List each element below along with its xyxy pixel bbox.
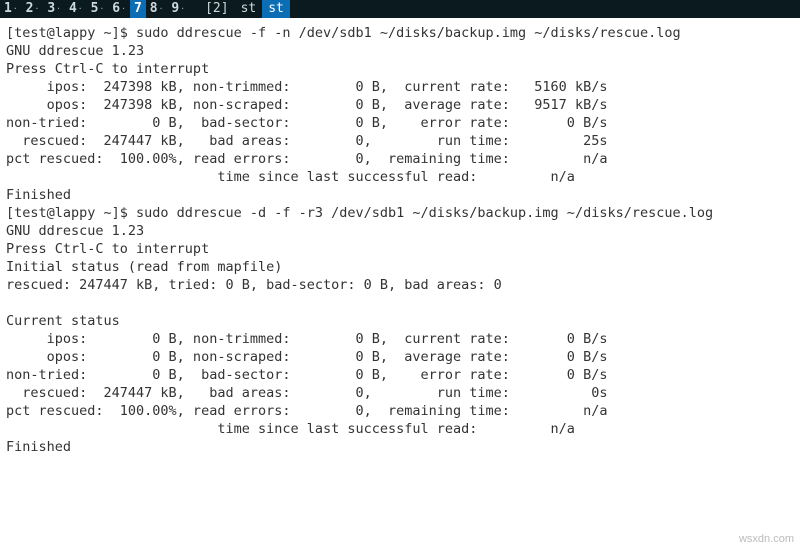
status-row: time since last successful read: n/a [6, 169, 575, 185]
initial-status-line: rescued: 247447 kB, tried: 0 B, bad-sect… [6, 277, 502, 293]
workspace-6[interactable]: 6· [108, 0, 130, 18]
finished-label: Finished [6, 439, 71, 455]
workspace-9[interactable]: 9· [167, 0, 189, 18]
tab-st-2[interactable]: st [262, 0, 290, 18]
status-row: ipos: 0 B, non-trimmed: 0 B, current rat… [6, 331, 607, 347]
version-line: GNU ddrescue 1.23 [6, 43, 144, 59]
workspace-7[interactable]: 7 [130, 0, 146, 18]
status-row: pct rescued: 100.00%, read errors: 0, re… [6, 403, 607, 419]
status-row: non-tried: 0 B, bad-sector: 0 B, error r… [6, 367, 607, 383]
status-row: rescued: 247447 kB, bad areas: 0, run ti… [6, 133, 607, 149]
workspace-2[interactable]: 2· [22, 0, 44, 18]
terminal-output[interactable]: [test@lappy ~]$ sudo ddrescue -f -n /dev… [0, 18, 800, 462]
workspace-8[interactable]: 8· [146, 0, 168, 18]
status-row: ipos: 247398 kB, non-trimmed: 0 B, curre… [6, 79, 607, 95]
workspace-4[interactable]: 4· [65, 0, 87, 18]
finished-label: Finished [6, 187, 71, 203]
version-line: GNU ddrescue 1.23 [6, 223, 144, 239]
current-status-header: Current status [6, 313, 120, 329]
interrupt-hint: Press Ctrl-C to interrupt [6, 61, 209, 77]
tab-st-1[interactable]: st [235, 0, 263, 18]
prompt-line-1: [test@lappy ~]$ sudo ddrescue -f -n /dev… [6, 25, 681, 41]
watermark: wsxdn.com [739, 530, 794, 548]
status-row: time since last successful read: n/a [6, 421, 575, 437]
status-row: pct rescued: 100.00%, read errors: 0, re… [6, 151, 607, 167]
status-row: opos: 0 B, non-scraped: 0 B, average rat… [6, 349, 607, 365]
status-row: non-tried: 0 B, bad-sector: 0 B, error r… [6, 115, 607, 131]
workspace-3[interactable]: 3· [43, 0, 65, 18]
initial-status-header: Initial status (read from mapfile) [6, 259, 282, 275]
prompt-line-2: [test@lappy ~]$ sudo ddrescue -d -f -r3 … [6, 205, 713, 221]
session-count: [2] [199, 0, 234, 18]
status-row: rescued: 247447 kB, bad areas: 0, run ti… [6, 385, 607, 401]
workspace-1[interactable]: 1· [0, 0, 22, 18]
workspace-5[interactable]: 5· [87, 0, 109, 18]
window-tab-bar: 1· 2· 3· 4· 5· 6· 7 8· 9· [2] st st [0, 0, 800, 18]
status-row: opos: 247398 kB, non-scraped: 0 B, avera… [6, 97, 607, 113]
interrupt-hint: Press Ctrl-C to interrupt [6, 241, 209, 257]
